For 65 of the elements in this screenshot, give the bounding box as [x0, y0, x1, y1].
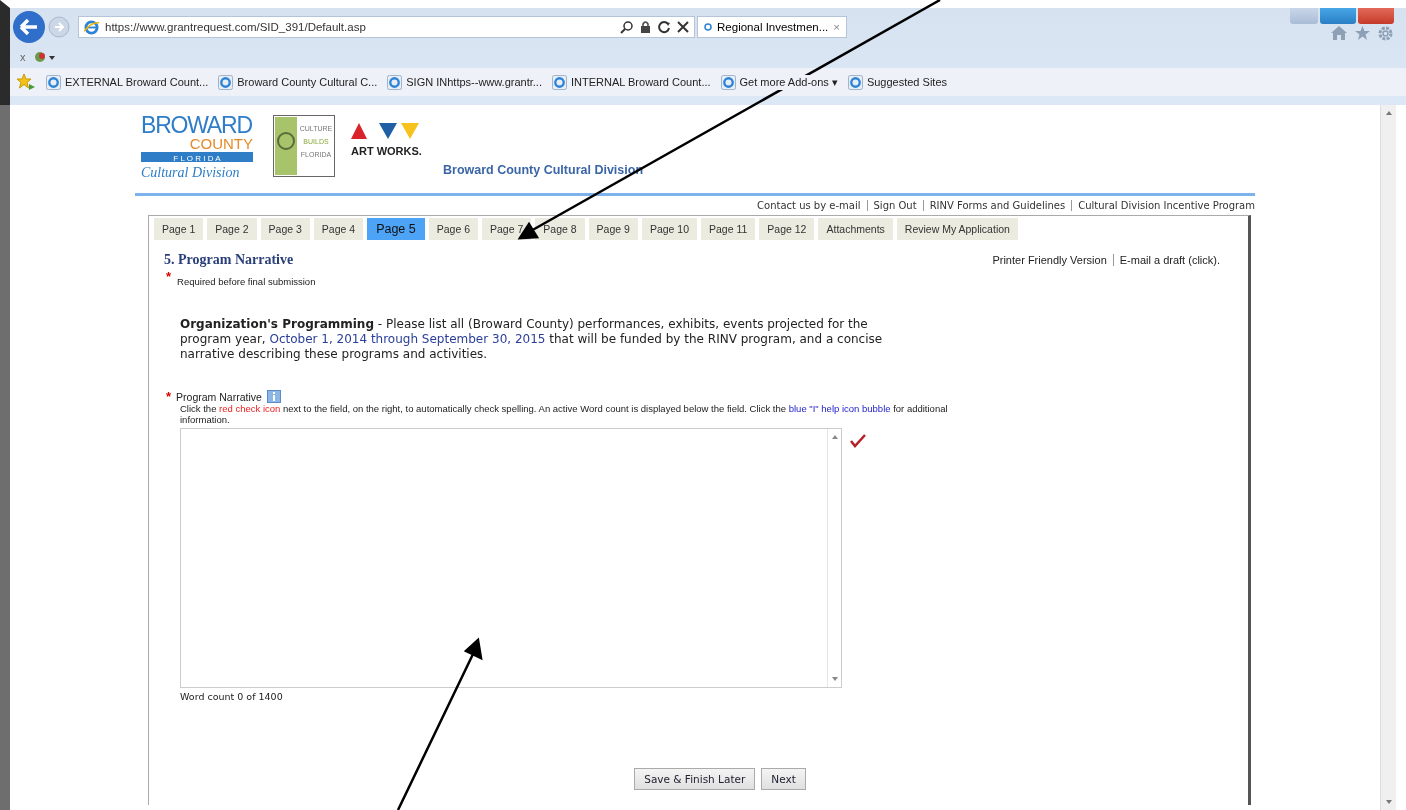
- help-text: Click the red check icon next to the field, on the right, to automatically check spelling. An active Word count is displayed below the field. Click the blue "I" help icon bubble for additional information.: [180, 403, 949, 425]
- info-icon[interactable]: [266, 390, 281, 403]
- forward-button[interactable]: [48, 16, 70, 38]
- required-mark: *: [166, 272, 172, 282]
- page-tab[interactable]: Review My Application: [896, 218, 1018, 240]
- page-tab[interactable]: Page 11: [701, 218, 756, 240]
- word-count: Word count 0 of 1400: [180, 691, 284, 702]
- page-icon: [218, 74, 234, 90]
- section-title: 5. Program Narrative: [164, 252, 294, 268]
- page-icon: [387, 74, 403, 90]
- required-mark: *: [166, 391, 172, 402]
- page-tab[interactable]: Page 9: [588, 218, 638, 240]
- favorite-link[interactable]: Suggested Sites: [847, 74, 947, 90]
- page-tab[interactable]: Page 6: [428, 218, 479, 240]
- back-button[interactable]: [12, 10, 46, 44]
- form-button[interactable]: Next: [761, 768, 806, 790]
- scroll-up-icon[interactable]: [831, 435, 838, 439]
- header-link[interactable]: Cultural Division Incentive Program: [1071, 200, 1255, 211]
- broward-logo: BROWARD COUNTY F L O R I D A Cultural Division: [141, 111, 261, 181]
- close-toolbar-button[interactable]: x: [20, 51, 26, 63]
- addon-icon[interactable]: [33, 51, 56, 63]
- scroll-down-icon[interactable]: [1385, 800, 1392, 804]
- draft-link[interactable]: Printer Friendly Version: [992, 254, 1107, 266]
- browser-icon: [84, 19, 99, 35]
- header-link[interactable]: Contact us by e-mail: [757, 200, 861, 211]
- page-icon: [720, 74, 736, 90]
- form-button[interactable]: Save & Finish Later: [634, 768, 756, 790]
- page-tab[interactable]: Attachments: [818, 218, 893, 240]
- spell-check-icon[interactable]: [850, 434, 866, 448]
- browser-icon: [704, 20, 713, 34]
- page-tab[interactable]: Page 5: [367, 218, 425, 240]
- field-label: Program Narrative: [176, 390, 262, 403]
- settings-icon[interactable]: [1377, 24, 1394, 42]
- page-tab[interactable]: Page 8: [535, 218, 585, 240]
- page-tab[interactable]: Page 1: [154, 218, 204, 240]
- page-tab[interactable]: Page 12: [759, 218, 815, 240]
- refresh-icon[interactable]: [657, 20, 671, 34]
- page-tab[interactable]: Page 4: [313, 218, 364, 240]
- favorite-link[interactable]: INTERNAL Broward Count...: [551, 74, 711, 90]
- page-icon: [551, 74, 567, 90]
- page-icon: [847, 74, 863, 90]
- browser-tab[interactable]: Regional Investmen... ×: [697, 16, 847, 38]
- page-tab[interactable]: Page 3: [260, 218, 310, 240]
- search-icon[interactable]: [620, 20, 634, 34]
- star-icon[interactable]: [1354, 24, 1371, 41]
- scroll-up-icon[interactable]: [1385, 111, 1392, 115]
- home-icon[interactable]: [1330, 24, 1348, 41]
- scroll-down-icon[interactable]: [831, 677, 838, 681]
- draft-link[interactable]: E-mail a draft (click).: [1112, 254, 1220, 266]
- page-icon: [46, 74, 61, 90]
- header-link[interactable]: RINV Forms and Guidelines: [922, 200, 1066, 211]
- header-link[interactable]: Sign Out: [866, 200, 917, 211]
- favorites-icon[interactable]: [16, 73, 36, 91]
- required-note: Required before final submission: [177, 275, 316, 287]
- favorite-link[interactable]: Get more Add-ons ▾: [720, 74, 838, 90]
- favorite-link[interactable]: EXTERNAL Broward Count...: [46, 74, 209, 90]
- address-bar[interactable]: https://www.grantrequest.com/SID_391/Default.asp: [78, 16, 695, 38]
- instructions-paragraph: Organization's Programming - Please list all (Broward County) performances, exhibits, events projected for the program year, October 1, 2014 through September 30, 2015 that will be funded by the RINV program, and a concise narrative describing these programs and activities.: [180, 317, 884, 362]
- favorite-link[interactable]: Broward County Cultural C...: [218, 74, 378, 90]
- page-tab[interactable]: Page 2: [207, 218, 257, 240]
- art-works-logo: ART WORKS.: [347, 119, 427, 169]
- favorite-link[interactable]: SIGN INhttps--www.grantr...: [387, 74, 542, 90]
- page-tab[interactable]: Page 10: [641, 218, 697, 240]
- lock-icon: [640, 20, 651, 34]
- stop-icon[interactable]: [677, 21, 689, 33]
